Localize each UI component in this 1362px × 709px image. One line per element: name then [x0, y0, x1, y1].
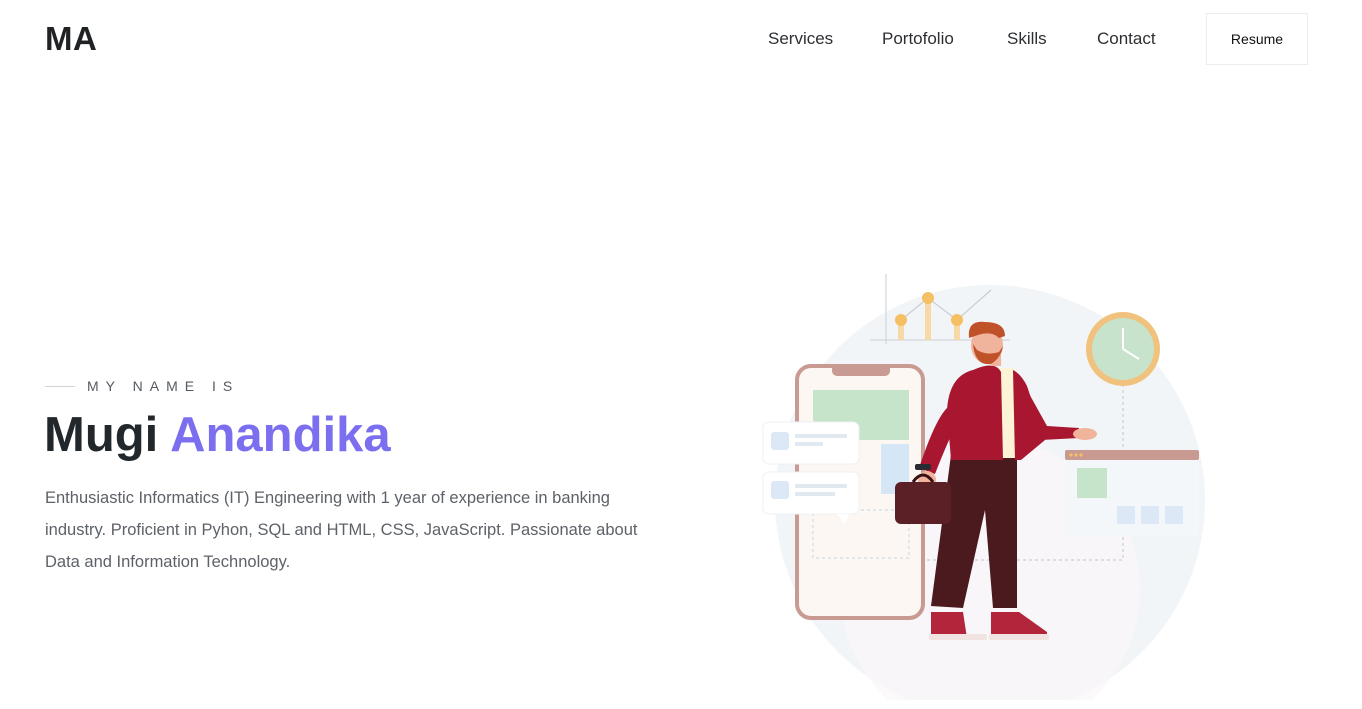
site-logo[interactable]: MA [45, 20, 97, 58]
nav-skills[interactable]: Skills [1007, 29, 1047, 49]
intro-divider [45, 386, 75, 387]
message-card [762, 421, 860, 524]
first-name: Mugi [44, 408, 159, 462]
nav-contact[interactable]: Contact [1097, 29, 1156, 49]
resume-button[interactable]: Resume [1206, 13, 1308, 65]
browser-window-graphic [1065, 450, 1199, 536]
nav-services[interactable]: Services [768, 29, 833, 49]
site-header: MA Services Portofolio Skills Contact Re… [0, 0, 1362, 80]
last-name: Anandika [170, 408, 391, 462]
hero-name: Mugi Anandika [44, 406, 391, 464]
intro-label: MY NAME IS [87, 378, 240, 394]
nav-portofolio[interactable]: Portofolio [882, 29, 954, 49]
hero-illustration [762, 274, 1205, 700]
hero-bio: Enthusiastic Informatics (IT) Engineerin… [45, 489, 638, 571]
